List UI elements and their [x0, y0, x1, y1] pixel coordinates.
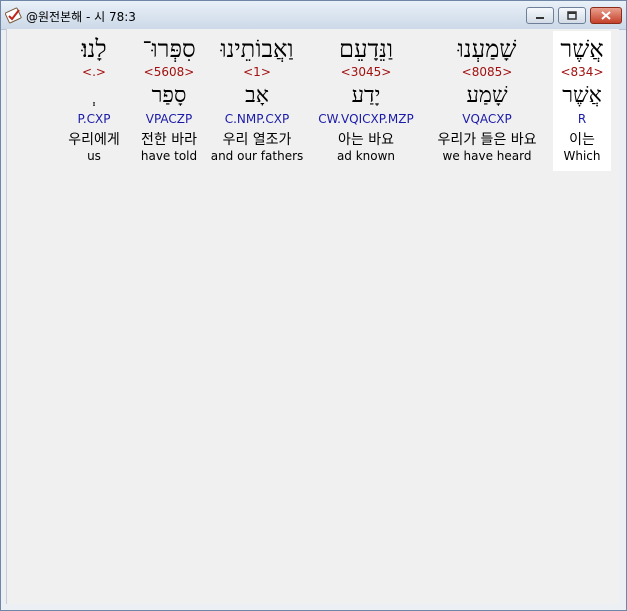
hebrew-word: וַאֲבוֹתֵינוּ: [220, 35, 294, 63]
hebrew-word: שָׁמַעְנוּ: [457, 35, 517, 63]
close-button[interactable]: [590, 7, 622, 24]
window-title: @원전본해 - 시 78:3: [26, 10, 136, 24]
maximize-icon: [567, 11, 577, 20]
korean-gloss: 우리가 들은 바요: [437, 132, 537, 148]
interlinear-panel: אֲשֶׁר <834> אֲשֶׁר R 이는 Which שָׁמַעְנו…: [6, 29, 619, 604]
strong-number: <3045>: [340, 65, 392, 79]
app-window: @원전본해 - 시 78:3 אֲשֶׁר <834> אֲשֶׁר R 이는 …: [0, 0, 627, 611]
minimize-button[interactable]: [526, 7, 554, 24]
word-column[interactable]: וַאֲבוֹתֵינוּ <1> אָב C.NMP.CXP 우리 열조가 a…: [209, 31, 305, 171]
morphology-code: CW.VQICXP.MZP: [318, 112, 414, 126]
strong-number: <.>: [82, 65, 106, 79]
lemma: יָדַע: [351, 83, 381, 108]
korean-gloss: 아는 바요: [338, 132, 394, 148]
word-column[interactable]: סִפְּרוּ־ <5608> סָפַר VPACZP 전한 바라 have…: [133, 31, 205, 171]
english-gloss: ad known: [336, 149, 396, 163]
english-gloss: we have heard: [442, 149, 532, 163]
english-gloss: and our fathers: [210, 149, 304, 163]
book-check-icon: [5, 7, 22, 24]
korean-gloss: 전한 바라: [141, 132, 197, 148]
lemma: שָׁמַע: [466, 83, 508, 108]
maximize-button[interactable]: [558, 7, 586, 24]
morphology-code: VQACXP: [462, 112, 512, 126]
strong-number: <1>: [243, 65, 271, 79]
hebrew-word: וַנֵּדָעֵם: [338, 35, 394, 63]
strong-number: <5608>: [143, 65, 195, 79]
morphology-code: R: [577, 112, 587, 126]
hebrew-word: סִפְּרוּ־: [142, 35, 196, 63]
english-gloss: Which: [563, 149, 601, 163]
korean-gloss: 우리에게: [68, 132, 120, 148]
minimize-icon: [536, 16, 544, 19]
word-column[interactable]: וַנֵּדָעֵם <3045> יָדַע CW.VQICXP.MZP 아는…: [309, 31, 423, 171]
lemma: סָפַר: [151, 83, 187, 108]
lemma: ְ: [61, 82, 127, 108]
title-bar[interactable]: @원전본해 - 시 78:3: [1, 1, 626, 30]
english-gloss: have told: [140, 149, 198, 163]
morphology-code: C.NMP.CXP: [224, 112, 290, 126]
english-gloss: us: [87, 149, 101, 163]
strong-number: <8085>: [461, 65, 513, 79]
word-column[interactable]: לָנוּ׃ <.> ְ P.CXP 우리에게 us: [61, 31, 127, 171]
hebrew-word: אֲשֶׁר: [560, 35, 604, 63]
korean-gloss: 이는: [569, 132, 595, 148]
lemma: אָב: [245, 83, 269, 108]
word-column[interactable]: אֲשֶׁר <834> אֲשֶׁר R 이는 Which: [553, 31, 611, 171]
lemma: אֲשֶׁר: [562, 83, 602, 108]
close-icon: [601, 11, 611, 20]
strong-number: <834>: [560, 65, 604, 79]
word-column[interactable]: שָׁמַעְנוּ <8085> שָׁמַע VQACXP 우리가 들은 바…: [427, 31, 547, 171]
morphology-code: VPACZP: [145, 112, 193, 126]
hebrew-word: לָנוּ׃: [81, 35, 107, 63]
morphology-code: P.CXP: [77, 112, 111, 126]
korean-gloss: 우리 열조가: [222, 132, 292, 148]
